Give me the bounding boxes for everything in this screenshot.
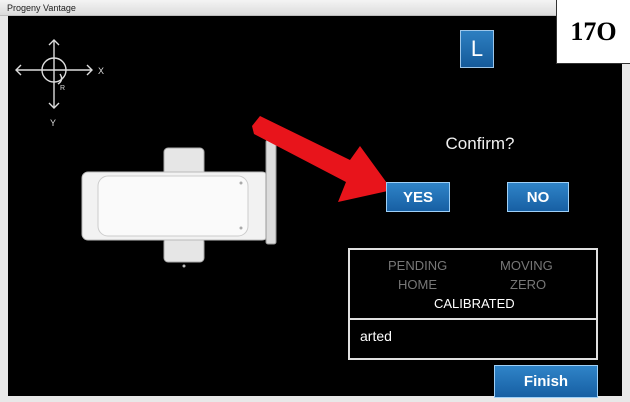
axis-r-label: R	[60, 85, 65, 92]
figure-badge: 17O	[556, 0, 630, 64]
window-title: Progeny Vantage	[7, 3, 76, 13]
no-button[interactable]: NO	[507, 182, 569, 212]
axis-compass-icon: X Y R	[15, 39, 104, 128]
status-pending: PENDING	[388, 258, 448, 273]
status-home: HOME	[398, 277, 437, 292]
axis-y-label: Y	[50, 118, 56, 128]
status-calibrated: CALIBRATED	[434, 296, 515, 311]
log-output: arted	[348, 320, 598, 360]
yes-button[interactable]: YES	[386, 182, 450, 212]
confirm-prompt: Confirm?	[445, 134, 515, 153]
status-moving: MOVING	[500, 258, 553, 273]
annotation-arrow-icon	[252, 116, 392, 202]
status-zero: ZERO	[510, 277, 547, 292]
finish-button[interactable]: Finish	[494, 365, 598, 398]
axis-x-label: X	[98, 66, 104, 76]
window-title-bar: Progeny Vantage	[0, 0, 630, 16]
side-toggle-button[interactable]: L	[460, 30, 494, 68]
status-panel: PENDING MOVING HOME ZERO CALIBRATED	[348, 248, 598, 320]
